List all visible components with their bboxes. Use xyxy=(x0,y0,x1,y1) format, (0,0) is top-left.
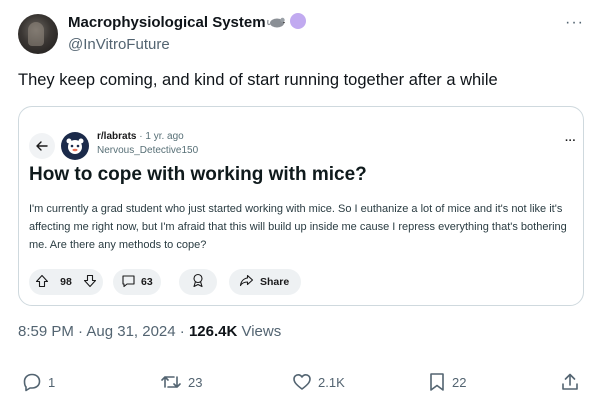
bookmark-button[interactable]: 22 xyxy=(428,372,466,392)
share-icon xyxy=(239,274,254,290)
author-name[interactable]: Macrophysiological System xyxy=(68,14,266,31)
purple-circle-icon xyxy=(290,13,306,29)
award-icon xyxy=(191,273,205,291)
downvote-icon[interactable] xyxy=(83,274,97,291)
repost-icon xyxy=(160,372,182,392)
more-icon[interactable]: ··· xyxy=(565,15,584,31)
vote-pill: 98 xyxy=(29,269,103,295)
author-badges xyxy=(267,13,306,29)
post-body: I'm currently a grad student who just st… xyxy=(29,203,567,251)
upvote-icon[interactable] xyxy=(35,274,49,291)
share-label: Share xyxy=(260,276,290,288)
post-time: · 1 yr. ago xyxy=(139,131,184,142)
tweet-timestamp: 8:59 PM · Aug 31, 2024 · 126.4K Views xyxy=(18,323,281,340)
like-count: 2.1K xyxy=(318,374,345,390)
comment-count: 63 xyxy=(141,276,153,288)
like-button[interactable]: 2.1K xyxy=(292,372,345,392)
reply-icon xyxy=(22,372,42,392)
author-handle[interactable]: @InVitroFuture xyxy=(68,36,170,53)
subreddit-avatar[interactable] xyxy=(61,132,89,160)
tweet-text: They keep coming, and kind of start runn… xyxy=(18,71,498,89)
card-more-icon[interactable]: ··· xyxy=(565,135,576,147)
comment-icon xyxy=(121,274,136,291)
share-tweet-button[interactable] xyxy=(560,372,580,392)
reply-button[interactable]: 1 xyxy=(22,372,55,392)
views-count: 126.4K xyxy=(188,323,238,340)
upload-icon xyxy=(560,372,580,392)
award-button[interactable] xyxy=(179,269,217,295)
heart-icon xyxy=(292,372,312,392)
mouse-icon xyxy=(267,14,287,28)
bookmark-count: 22 xyxy=(452,374,467,390)
post-username[interactable]: Nervous_Detective150 xyxy=(97,145,198,156)
repost-count: 23 xyxy=(188,374,203,390)
subreddit-label[interactable]: r/labrats xyxy=(97,131,136,142)
avatar[interactable] xyxy=(18,14,58,54)
embedded-post-card[interactable]: r/labrats · 1 yr. ago Nervous_Detective1… xyxy=(18,106,584,306)
vote-count: 98 xyxy=(60,276,72,288)
comments-button[interactable]: 63 xyxy=(113,269,161,295)
back-arrow-icon[interactable] xyxy=(29,133,55,159)
repost-button[interactable]: 23 xyxy=(160,372,202,392)
subreddit-name[interactable]: r/labrats · 1 yr. ago xyxy=(97,131,184,142)
post-title: How to cope with working with mice? xyxy=(29,164,367,185)
views-label: Views xyxy=(237,323,282,340)
bookmark-icon xyxy=(428,372,446,392)
share-button[interactable]: Share xyxy=(229,269,301,295)
reply-count: 1 xyxy=(48,374,56,390)
post-datetime[interactable]: 8:59 PM · Aug 31, 2024 · xyxy=(18,323,189,340)
